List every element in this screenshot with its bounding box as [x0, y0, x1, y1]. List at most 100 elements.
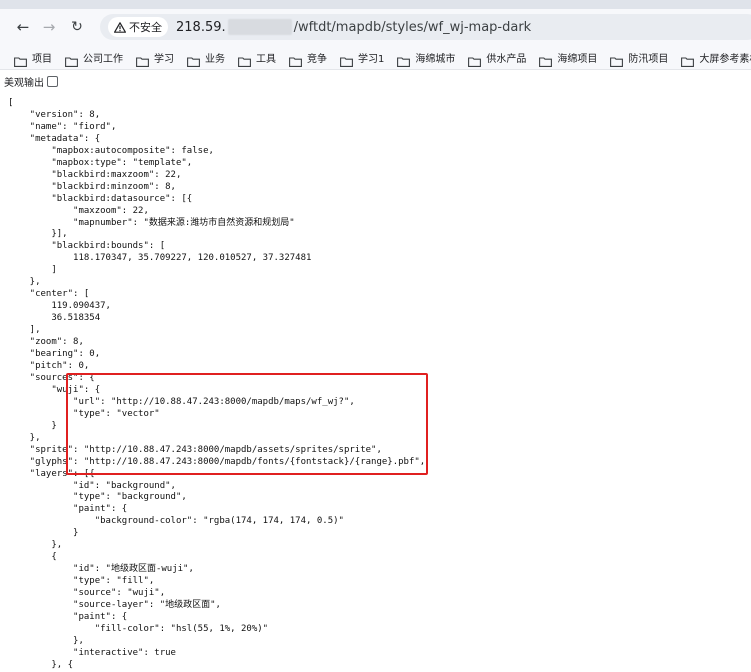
json-line: [ [8, 98, 14, 108]
folder-icon [397, 52, 411, 67]
json-line: "interactive": true [8, 647, 176, 658]
json-line: "blackbird:bounds": [ [8, 241, 166, 252]
json-line: "zoom": 8, [8, 337, 84, 348]
folder-icon [289, 52, 302, 67]
json-line: "url": "http://10.88.47.243:8000/mapdb/m… [8, 396, 355, 407]
bookmark-label: 大屏参考素材 [699, 53, 751, 65]
pretty-print-label: 美观输出 [4, 77, 44, 89]
json-line: 118.170347, 35.709227, 120.010527, 37.32… [8, 253, 312, 264]
bookmark-label: 公司工作 [83, 53, 123, 65]
json-line: ] [8, 265, 57, 276]
json-line: "fill-color": "hsl(55, 1%, 20%)" [8, 623, 269, 634]
arrow-right-icon: → [42, 18, 56, 36]
folder-icon [340, 52, 353, 67]
json-line: "center": [ [8, 289, 90, 300]
bookmark-folder-5[interactable]: 工具 [238, 50, 276, 67]
json-line: "id": "地级政区面-wuji", [8, 564, 194, 575]
json-line: }, [8, 277, 41, 288]
json-line: { [8, 552, 57, 563]
reload-button[interactable]: ↻ [66, 16, 88, 38]
folder-icon [468, 52, 482, 67]
forward-button[interactable]: → [38, 16, 60, 38]
bookmark-folder-9[interactable]: 供水产品 [468, 50, 527, 67]
reload-icon: ↻ [71, 19, 83, 35]
json-line: }, [8, 635, 84, 646]
bookmark-label: 业务 [205, 53, 225, 65]
json-line: "type": "fill", [8, 576, 155, 587]
json-line: "layers": [{ [8, 468, 95, 479]
json-line: "sprite": "http://10.88.47.243:8000/mapd… [8, 444, 382, 455]
json-line: "blackbird:minzoom": 8, [8, 181, 176, 192]
pretty-print-toggle: 美观输出 [4, 73, 58, 89]
window-top-strip [0, 0, 751, 9]
bookmark-folder-6[interactable]: 竞争 [289, 50, 327, 67]
json-line: "source-layer": "地级政区面", [8, 600, 221, 611]
bookmarks-bar: 项目 公司工作 学习 业务 工具 竞争 学习1 海绵城市 供水产品 海绵项目 防… [0, 45, 751, 70]
json-line: 119.090437, [8, 301, 111, 312]
bookmark-label: 海绵项目 [557, 53, 598, 65]
folder-icon [610, 52, 624, 67]
json-line: ], [8, 325, 41, 336]
bookmark-label: 海绵城市 [415, 53, 456, 65]
warning-triangle-icon [114, 21, 126, 33]
json-line: 36.518354 [8, 313, 101, 324]
json-line: "maxzoom": 22, [8, 205, 149, 216]
bookmark-folder-2[interactable]: 公司工作 [65, 50, 123, 67]
bookmark-folder-1[interactable]: 项目 [14, 50, 52, 67]
folder-icon [539, 52, 553, 67]
bookmark-label: 竞争 [307, 53, 327, 65]
folder-icon [681, 52, 695, 67]
address-bar[interactable]: 不安全 218.59. /wftdt/mapdb/styles/wf_wj-ma… [100, 14, 751, 40]
back-button[interactable]: ← [12, 16, 34, 38]
arrow-left-icon: ← [16, 18, 30, 36]
json-line: "type": "vector" [8, 408, 160, 419]
json-line: "name": "fiord", [8, 121, 117, 132]
bookmark-label: 学习1 [358, 53, 385, 65]
json-line: "id": "background", [8, 480, 176, 491]
bookmark-label: 学习 [154, 53, 174, 65]
json-line: "blackbird:maxzoom": 22, [8, 169, 182, 180]
url-host: 218.59. [176, 19, 226, 35]
json-line: "metadata": { [8, 133, 101, 144]
url-path: /wftdt/mapdb/styles/wf_wj-map-dark [293, 19, 532, 35]
json-line: "source": "wuji", [8, 588, 166, 599]
bookmark-label: 防汛项目 [628, 53, 669, 65]
json-line: }, { [8, 659, 74, 670]
bookmark-label: 工具 [256, 53, 276, 65]
security-label: 不安全 [129, 21, 162, 34]
bookmark-folder-12[interactable]: 大屏参考素材 [681, 50, 751, 67]
json-line: "wuji": { [8, 384, 101, 395]
bookmark-folder-3[interactable]: 学习 [136, 50, 174, 67]
bookmark-folder-8[interactable]: 海绵城市 [397, 50, 456, 67]
folder-icon [65, 52, 78, 67]
json-viewer: [ "version": 8, "name": "fiord", "metada… [8, 98, 425, 672]
json-line: "sources": { [8, 372, 95, 383]
json-line: "version": 8, [8, 109, 101, 120]
json-line: "pitch": 0, [8, 360, 90, 371]
json-line: "mapnumber": "数据来源:潍坊市自然资源和规划局" [8, 217, 295, 228]
bookmark-folder-7[interactable]: 学习1 [340, 50, 385, 67]
json-line: "bearing": 0, [8, 349, 101, 360]
folder-icon [238, 52, 251, 67]
bookmark-folder-4[interactable]: 业务 [187, 50, 225, 67]
redacted-url-segment [227, 19, 292, 35]
json-line: }], [8, 229, 68, 240]
json-line: } [8, 420, 57, 431]
folder-icon [14, 52, 27, 67]
json-line: "paint": { [8, 611, 128, 622]
json-line: }, [8, 432, 41, 443]
json-line: "mapbox:type": "template", [8, 157, 193, 168]
bookmark-label: 项目 [32, 53, 52, 65]
pretty-print-checkbox[interactable] [47, 75, 58, 87]
folder-icon [187, 52, 200, 67]
bookmark-folder-11[interactable]: 防汛项目 [610, 50, 669, 67]
json-line: "glyphs": "http://10.88.47.243:8000/mapd… [8, 456, 426, 467]
json-line: }, [8, 540, 63, 551]
folder-icon [136, 52, 149, 67]
bookmark-label: 供水产品 [486, 53, 527, 65]
json-line: "paint": { [8, 504, 128, 515]
json-line: "blackbird:datasource": [{ [8, 193, 193, 204]
security-chip[interactable]: 不安全 [108, 17, 168, 37]
bookmark-folder-10[interactable]: 海绵项目 [539, 50, 598, 67]
json-line: "type": "background", [8, 492, 187, 503]
